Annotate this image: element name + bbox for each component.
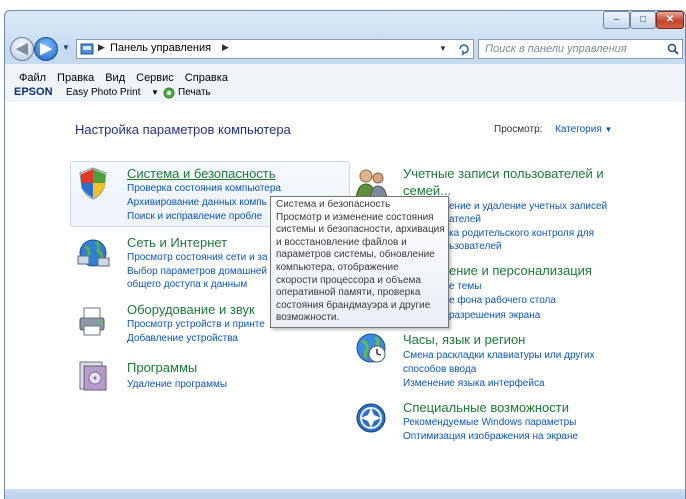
- link-manage-accounts-cont[interactable]: ателей: [449, 214, 481, 225]
- link-check-status[interactable]: Проверка состояния компьютера: [127, 183, 281, 194]
- link-display-language[interactable]: Изменение языка интерфейса: [403, 378, 545, 389]
- network-globe-icon: [77, 239, 110, 267]
- search-input[interactable]: Поиск в панели управления: [478, 39, 683, 59]
- maximize-icon: □: [639, 14, 647, 25]
- print-icon: [163, 87, 175, 99]
- link-parental-controls[interactable]: ка родительского контроля для: [449, 228, 594, 239]
- breadcrumb-chevron-icon: ▶: [98, 42, 105, 52]
- easy-photo-print-button[interactable]: Easy Photo Print: [66, 87, 140, 98]
- link-change-keyboard-cont[interactable]: способов ввода: [403, 364, 476, 375]
- back-button[interactable]: ◀: [10, 37, 34, 61]
- search-placeholder: Поиск в панели управления: [485, 43, 627, 55]
- view-by-value: Категория: [555, 124, 602, 135]
- link-change-keyboard[interactable]: Смена раскладки клавиатуры или других: [403, 350, 595, 361]
- link-change-theme[interactable]: е темы: [449, 281, 481, 292]
- users-icon: [355, 169, 388, 199]
- menu-file[interactable]: Файл: [19, 72, 46, 84]
- link-uninstall[interactable]: Удаление программы: [127, 379, 227, 390]
- forward-button[interactable]: ▶: [34, 37, 58, 61]
- link-troubleshoot[interactable]: Поиск и исправление пробле: [127, 211, 262, 222]
- category-access-title[interactable]: Специальные возможности: [403, 400, 569, 415]
- menu-tools[interactable]: Сервис: [136, 72, 174, 84]
- close-button[interactable]: ✕: [656, 11, 684, 29]
- tooltip-line: Система и безопасность: [276, 199, 391, 210]
- forward-arrow-icon: ▶: [40, 40, 52, 57]
- category-appearance-title[interactable]: ение и персонализация: [449, 263, 592, 278]
- status-bar: [5, 489, 685, 499]
- link-desktop-background[interactable]: е фона рабочего стола: [449, 295, 556, 306]
- toolbar: EPSON Easy Photo Print ▼ Печать: [5, 84, 685, 102]
- link-optimize-display[interactable]: Оптимизация изображения на экране: [403, 431, 578, 442]
- tooltip-line: компьютера, отображение: [276, 261, 399, 273]
- tooltip-line: оперативной памяти, проверка: [276, 287, 421, 299]
- address-dropdown-icon[interactable]: ▼: [439, 44, 447, 53]
- tooltip-line: параметров системы, обновление: [276, 249, 435, 261]
- minimize-icon: ‒: [613, 14, 620, 25]
- link-parental-controls-cont[interactable]: ьзователей: [449, 241, 501, 252]
- breadcrumb-control-panel[interactable]: Панель управления: [110, 42, 211, 54]
- print-button[interactable]: Печать: [178, 87, 211, 98]
- menu-help[interactable]: Справка: [185, 72, 228, 84]
- page-title: Настройка параметров компьютера: [75, 122, 291, 137]
- tooltip-line: возможности.: [276, 312, 340, 324]
- refresh-icon: [459, 44, 469, 56]
- category-users-title[interactable]: Учетные записи пользователей и: [403, 166, 604, 181]
- link-homegroup-cont[interactable]: общего доступа к данным: [127, 279, 247, 290]
- recent-pages-dropdown[interactable]: ▼: [62, 43, 70, 52]
- category-hardware-title[interactable]: Оборудование и звук: [127, 302, 255, 317]
- accessibility-icon: [356, 403, 386, 433]
- link-manage-accounts[interactable]: ение и удаление учетных записей: [449, 201, 607, 212]
- close-icon: ✕: [665, 14, 675, 25]
- clock-globe-icon: [356, 333, 386, 363]
- minimize-button[interactable]: ‒: [603, 11, 630, 29]
- programs-icon: [79, 361, 107, 391]
- menu-edit[interactable]: Правка: [57, 72, 94, 84]
- tooltip-line: и восстановление файлов и: [276, 236, 407, 248]
- category-network-title[interactable]: Сеть и Интернет: [127, 235, 227, 250]
- tooltip-system-security: Система и безопасность Просмотр и измене…: [270, 196, 449, 328]
- search-icon[interactable]: [667, 43, 679, 55]
- category-clock-title[interactable]: Часы, язык и регион: [403, 332, 525, 347]
- link-homegroup[interactable]: Выбор параметров домашней: [127, 266, 267, 277]
- view-by-chevron-icon: ▼: [604, 125, 613, 134]
- printer-icon: [79, 307, 105, 336]
- menu-bar: Файл Правка Вид Сервис Справка: [5, 64, 685, 84]
- control-panel-icon: [80, 43, 94, 55]
- category-programs-title[interactable]: Программы: [127, 360, 197, 375]
- link-recommended-settings[interactable]: Рекомендуемые Windows параметры: [403, 417, 576, 428]
- menu-view[interactable]: Вид: [105, 72, 125, 84]
- refresh-button[interactable]: [452, 39, 476, 59]
- easy-photo-print-dropdown-icon[interactable]: ▼: [151, 88, 159, 97]
- link-devices-printers[interactable]: Просмотр устройств и принте: [127, 319, 265, 330]
- breadcrumb-next-chevron-icon[interactable]: ▶: [222, 42, 229, 53]
- maximize-button[interactable]: □: [630, 11, 656, 29]
- view-by-label: Просмотр:: [494, 124, 543, 135]
- link-screen-resolution[interactable]: разрешения экрана: [449, 310, 540, 321]
- tooltip-line: Просмотр и изменение состояния: [276, 211, 434, 223]
- link-network-status[interactable]: Просмотр состояния сети и за: [127, 252, 268, 263]
- tooltip-line: состояния брандмауэра и другие: [276, 299, 431, 311]
- back-arrow-icon: ◀: [16, 40, 28, 57]
- link-add-device[interactable]: Добавление устройства: [127, 333, 238, 344]
- view-by-dropdown[interactable]: Категория ▼: [555, 124, 612, 135]
- shield-icon: [79, 167, 107, 200]
- category-system-title[interactable]: Система и безопасность: [127, 166, 276, 181]
- epson-logo: EPSON: [14, 86, 53, 98]
- tooltip-line: системы и безопасности, архивация: [276, 224, 445, 236]
- tooltip-line: скорости процессора и объема: [276, 274, 421, 286]
- address-bar[interactable]: ▶ Панель управления ▶ ▼: [76, 39, 474, 59]
- link-backup[interactable]: Архивирование данных компь: [127, 197, 267, 208]
